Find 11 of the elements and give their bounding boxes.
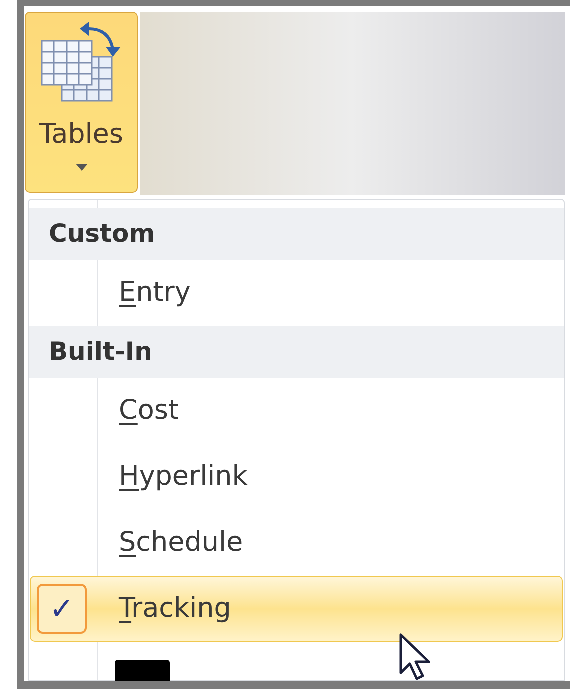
check-mark: ✓ xyxy=(37,584,87,634)
dark-block xyxy=(115,660,170,681)
menu-section-header: Custom xyxy=(29,208,564,260)
menu-section-header: Built-In xyxy=(29,326,564,378)
menu-item[interactable]: Schedule xyxy=(30,510,563,576)
menu-item[interactable]: Hyperlink xyxy=(30,444,563,510)
menu-item[interactable]: Entry xyxy=(30,260,563,326)
menu-item[interactable]: Cost xyxy=(30,378,563,444)
dropdown-arrow-icon xyxy=(76,164,88,171)
tables-button[interactable]: Tables xyxy=(25,12,138,193)
menu-item[interactable]: ✓ Tracking xyxy=(30,576,563,642)
